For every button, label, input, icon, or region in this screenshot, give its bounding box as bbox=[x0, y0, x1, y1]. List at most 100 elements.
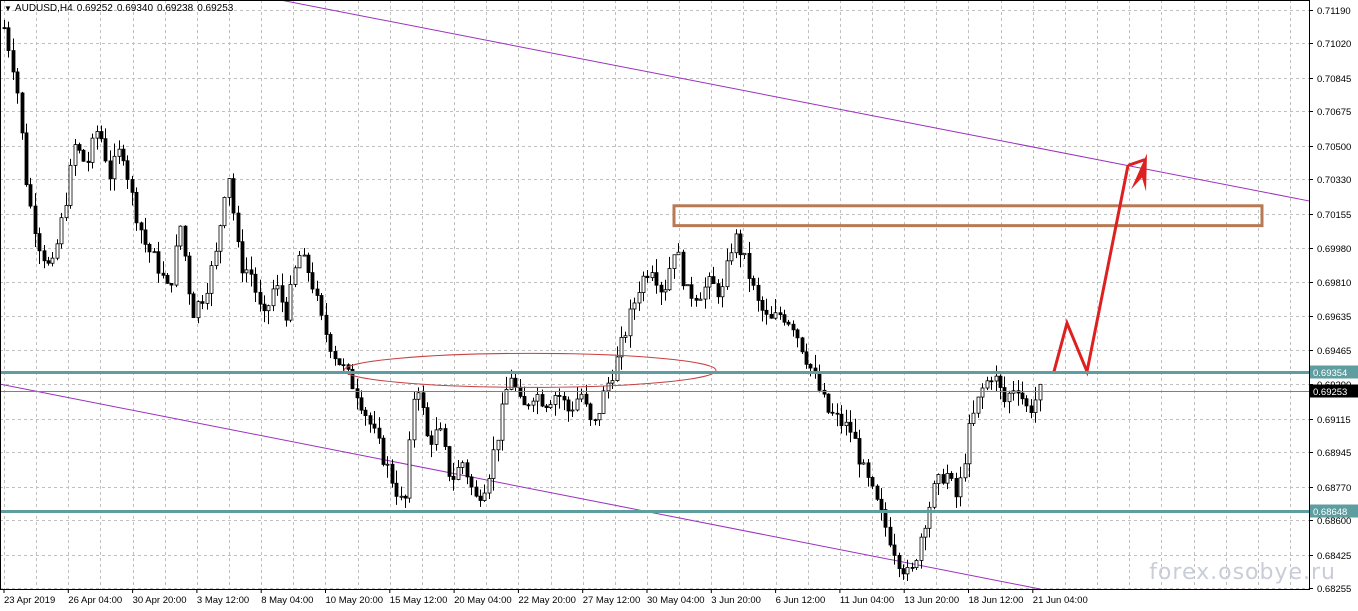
candle-body bbox=[615, 356, 620, 381]
candle-body bbox=[782, 314, 787, 323]
candle-body bbox=[416, 392, 421, 400]
candle-body bbox=[835, 412, 840, 415]
candle-body bbox=[169, 282, 174, 286]
candle-body bbox=[134, 191, 139, 224]
candle-body bbox=[95, 131, 100, 139]
candle-body bbox=[681, 251, 686, 287]
candle-body bbox=[112, 155, 117, 180]
candle-body bbox=[465, 462, 470, 478]
chart-header: ▼ AUDUSD,H4 0.69252 0.69340 0.69238 0.69253 bbox=[4, 3, 237, 14]
candle-body bbox=[720, 286, 725, 298]
candle-body bbox=[125, 160, 130, 180]
candle-body bbox=[769, 313, 774, 319]
candle-body bbox=[1002, 387, 1007, 403]
candle-body bbox=[998, 375, 1003, 388]
time-tick-label: 21 Jun 04:00 bbox=[1033, 595, 1088, 606]
candle-body bbox=[875, 485, 880, 500]
candle-body bbox=[99, 131, 104, 140]
candle-body bbox=[659, 284, 664, 293]
close-value: 0.69253 bbox=[197, 3, 234, 14]
candle-body bbox=[288, 284, 293, 321]
candle-body bbox=[86, 160, 91, 163]
candle-body bbox=[637, 292, 642, 304]
candle-body bbox=[500, 403, 505, 441]
candle-body bbox=[628, 308, 633, 337]
candle-body bbox=[209, 265, 214, 294]
price-tick-label: 0.69980 bbox=[1317, 244, 1351, 255]
candle-body bbox=[103, 138, 108, 162]
price-tick-label: 0.71020 bbox=[1317, 39, 1351, 50]
candle-body bbox=[672, 254, 677, 269]
candle-body bbox=[385, 463, 390, 466]
candle-body bbox=[645, 275, 650, 279]
candle-body bbox=[412, 398, 417, 441]
candle-body bbox=[421, 392, 426, 409]
candle-body bbox=[985, 380, 990, 389]
symbol-label: AUDUSD,H4 bbox=[14, 3, 73, 14]
candle-body bbox=[570, 409, 575, 412]
price-tick-label: 0.70155 bbox=[1317, 210, 1351, 221]
candle-body bbox=[42, 250, 47, 262]
candle-body bbox=[756, 284, 761, 301]
price-chart[interactable]: 0.71190 0.71020 0.70845 0.70675 0.70500 0.703… bbox=[0, 0, 1358, 611]
candle-body bbox=[963, 463, 968, 479]
current-price-label: 0.69253 bbox=[1313, 387, 1347, 398]
candle-body bbox=[786, 321, 791, 325]
candle-body bbox=[271, 288, 276, 307]
candle-body bbox=[147, 243, 152, 253]
candle-body bbox=[117, 148, 122, 157]
candle-body bbox=[319, 295, 324, 316]
candle-body bbox=[200, 301, 205, 304]
candle-body bbox=[932, 483, 937, 508]
candle-body bbox=[936, 474, 941, 485]
candle-body bbox=[59, 217, 64, 245]
candle-body bbox=[487, 478, 492, 494]
candle-body bbox=[663, 289, 668, 293]
candle-body bbox=[976, 396, 981, 414]
candle-body bbox=[910, 567, 915, 569]
triangle-down-icon[interactable]: ▼ bbox=[4, 4, 12, 13]
candle-body bbox=[359, 397, 364, 411]
candle-body bbox=[394, 482, 399, 497]
candle-body bbox=[734, 233, 739, 254]
candle-body bbox=[848, 421, 853, 433]
candle-body bbox=[641, 275, 646, 293]
candle-body bbox=[355, 388, 360, 399]
candle-body bbox=[377, 427, 382, 439]
candle-body bbox=[191, 293, 196, 319]
candle-body bbox=[1038, 383, 1043, 401]
candle-body bbox=[808, 363, 813, 369]
candle-body bbox=[676, 251, 681, 256]
price-tick-label: 0.70845 bbox=[1317, 74, 1351, 85]
candle-body bbox=[738, 233, 743, 256]
candle-body bbox=[262, 303, 267, 312]
candle-body bbox=[372, 423, 377, 429]
candle-body bbox=[804, 351, 809, 365]
candle-body bbox=[363, 409, 368, 417]
candle-body bbox=[584, 393, 589, 405]
candle-body bbox=[15, 71, 20, 94]
candle-body bbox=[341, 364, 346, 367]
candle-body bbox=[526, 404, 531, 407]
candle-body bbox=[623, 335, 628, 338]
candle-body bbox=[328, 334, 333, 352]
candle-body bbox=[588, 403, 593, 421]
candle-body bbox=[50, 257, 55, 264]
time-tick-label: 8 May 04:00 bbox=[261, 595, 313, 606]
candle-body bbox=[707, 276, 712, 288]
candle-body bbox=[593, 419, 598, 422]
candle-body bbox=[1033, 399, 1038, 413]
watermark: forex.osobye.ru bbox=[1149, 560, 1336, 585]
candle-body bbox=[879, 498, 884, 510]
candle-body bbox=[302, 254, 307, 257]
candle-body bbox=[28, 184, 33, 207]
time-tick-label: 22 May 20:00 bbox=[518, 595, 576, 606]
price-tick-label: 0.69635 bbox=[1317, 312, 1351, 323]
candle-body bbox=[544, 405, 549, 408]
candle-body bbox=[64, 205, 69, 219]
candle-body bbox=[152, 251, 157, 254]
candle-body bbox=[1020, 392, 1025, 400]
candle-body bbox=[857, 438, 862, 465]
candle-body bbox=[822, 389, 827, 395]
candle-body bbox=[923, 527, 928, 538]
